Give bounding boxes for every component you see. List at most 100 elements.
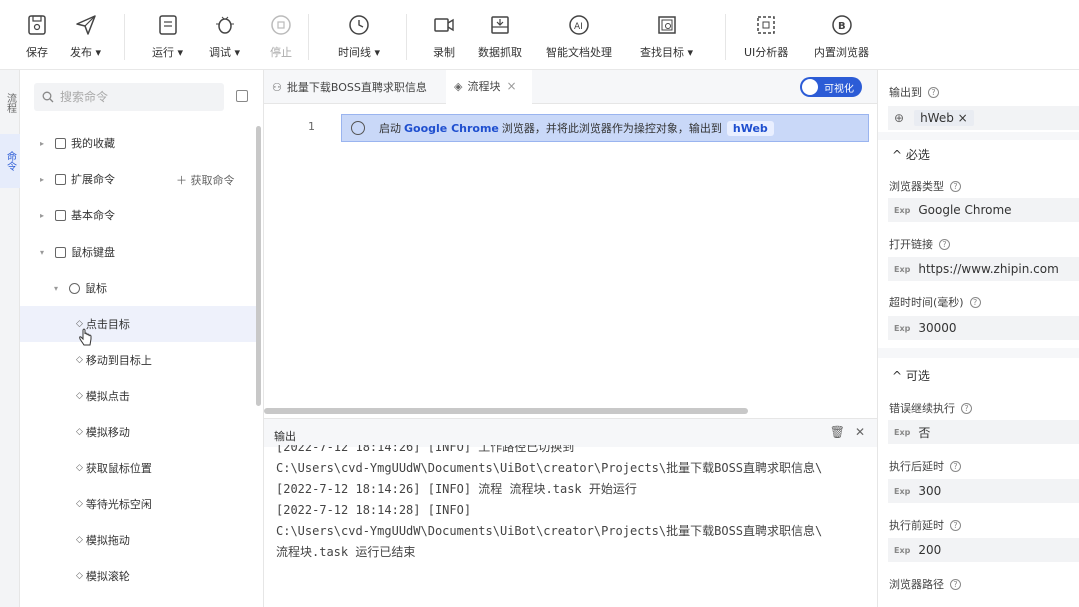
help-icon[interactable]: ?: [950, 519, 961, 531]
exp-icon[interactable]: Exp: [894, 206, 910, 215]
editor-hscrollbar[interactable]: [264, 408, 748, 414]
exp-icon[interactable]: Exp: [894, 546, 910, 555]
record-icon: [431, 12, 457, 38]
label-text: 输出到: [889, 86, 922, 99]
close-icon[interactable]: ✕: [855, 425, 865, 439]
cmd-get-mouse-pos[interactable]: ◇ 获取鼠标位置: [76, 450, 256, 486]
help-icon[interactable]: ?: [939, 238, 950, 250]
tree-label: 基本命令: [71, 209, 115, 222]
exp-icon[interactable]: Exp: [894, 428, 910, 437]
tree-label: 我的收藏: [71, 137, 115, 150]
cmd-simulate-drag[interactable]: ◇ 模拟拖动: [76, 522, 256, 558]
tab-flow[interactable]: 流程: [0, 80, 20, 126]
browser-type-field[interactable]: Exp Google Chrome: [888, 198, 1079, 222]
delay-before-field[interactable]: Exp 200: [888, 538, 1079, 562]
cmd-move-to-target[interactable]: ◇ 移动到目标上: [76, 342, 256, 378]
save-button[interactable]: 保存: [24, 12, 50, 66]
builtin-browser-button[interactable]: B 内置浏览器: [814, 12, 869, 66]
delay-before-label: 执行前延时?: [889, 517, 961, 533]
find-target-button[interactable]: 查找目标 ▾: [640, 12, 693, 66]
diamond-icon: ◇: [76, 463, 83, 473]
step-browser-name: Google Chrome: [404, 121, 499, 135]
open-url-field[interactable]: Exp https://www.zhipin.com: [888, 257, 1079, 281]
debug-button[interactable]: 调试 ▾: [209, 12, 240, 66]
tree-extensions[interactable]: ▸ 扩展命令: [40, 161, 170, 197]
label-text: 打开链接: [889, 238, 933, 251]
publish-button[interactable]: 发布 ▾: [70, 12, 101, 66]
command-scrollbar[interactable]: [256, 126, 261, 406]
help-icon[interactable]: ?: [950, 578, 961, 590]
required-section-header[interactable]: ^ 必选: [892, 146, 930, 163]
optional-section-header[interactable]: ^ 可选: [892, 367, 930, 384]
collapse-icon[interactable]: [236, 90, 248, 102]
basic-icon: [55, 209, 66, 221]
continue-on-error-label: 错误继续执行?: [889, 400, 972, 416]
get-command-link[interactable]: ＋ 获取命令: [176, 172, 235, 188]
output-to-label: 输出到?: [889, 84, 939, 100]
send-icon: [73, 12, 99, 38]
diamond-icon: ◇: [76, 391, 83, 401]
tree-favorites[interactable]: ▸ 我的收藏: [40, 125, 260, 161]
step-launch-browser[interactable]: 启动 Google Chrome 浏览器，并将此浏览器作为操控对象，输出到 hW…: [341, 114, 869, 142]
search-icon: [42, 91, 54, 103]
tree-label: 扩展命令: [71, 173, 115, 186]
ui-analyzer-button[interactable]: UI分析器: [744, 12, 788, 66]
tab-flow-block[interactable]: ◈ 流程块 ×: [446, 70, 532, 104]
chevron-right-icon: ▸: [40, 210, 45, 220]
continue-on-error-value: 否: [918, 425, 931, 440]
help-icon[interactable]: ?: [950, 180, 961, 192]
run-label: 运行 ▾: [152, 46, 184, 59]
timeline-button[interactable]: 时间线 ▾: [338, 12, 380, 66]
tree-label: 模拟移动: [85, 426, 130, 439]
help-icon[interactable]: ?: [928, 86, 939, 98]
exp-icon[interactable]: Exp: [894, 324, 910, 333]
toolbar-divider: [124, 14, 125, 60]
chevron-right-icon: ▸: [40, 138, 45, 148]
output-var-chip[interactable]: hWeb ×: [914, 110, 974, 126]
variable-icon: ⊕: [894, 111, 905, 125]
cmd-wait-cursor-idle[interactable]: ◇ 等待光标空闲: [76, 486, 256, 522]
help-icon[interactable]: ?: [950, 460, 961, 472]
record-button[interactable]: 录制: [431, 12, 457, 66]
code-line[interactable]: 1 启动 Google Chrome 浏览器，并将此浏览器作为操控对象，输出到 …: [264, 114, 869, 142]
tab-project[interactable]: ⚇ 批量下载BOSS直聘求职信息: [264, 70, 444, 104]
tab-commands[interactable]: 命令: [0, 134, 20, 188]
search-input[interactable]: [60, 90, 200, 104]
trash-icon[interactable]: 🗑: [830, 425, 845, 439]
help-icon[interactable]: ?: [969, 296, 981, 308]
flow-icon: ⚇: [272, 80, 282, 94]
continue-on-error-field[interactable]: Exp 否: [888, 420, 1079, 444]
tab-flow-block-label: 流程块: [467, 80, 501, 93]
log-line: [2022-7-12 18:14:26] [INFO] 工作路径已切换到: [276, 445, 575, 454]
cmd-click-target[interactable]: ◇ 点击目标: [20, 306, 256, 342]
builtin-browser-label: 内置浏览器: [814, 46, 869, 59]
exp-icon[interactable]: Exp: [894, 265, 910, 274]
run-button[interactable]: 运行 ▾: [152, 12, 183, 66]
scrape-button[interactable]: 数据抓取: [478, 12, 522, 66]
exp-icon[interactable]: Exp: [894, 487, 910, 496]
toolbar-divider: [308, 14, 309, 60]
tree-mouse[interactable]: ▾ 鼠标: [54, 270, 260, 306]
diamond-icon: ◇: [76, 427, 83, 437]
timeout-field[interactable]: Exp 30000: [888, 316, 1079, 340]
tab-project-label: 批量下载BOSS直聘求职信息: [286, 81, 427, 94]
cmd-simulate-wheel[interactable]: ◇ 模拟滚轮: [76, 558, 256, 594]
close-icon[interactable]: ×: [506, 79, 516, 93]
command-search[interactable]: [34, 83, 224, 111]
cmd-simulate-click[interactable]: ◇ 模拟点击: [76, 378, 256, 414]
delay-after-field[interactable]: Exp 300: [888, 479, 1079, 503]
output-panel: 输出 🗑 ✕ [2022-7-12 18:14:26] [INFO] 工作路径已切…: [264, 418, 877, 607]
cmd-simulate-move[interactable]: ◇ 模拟移动: [76, 414, 256, 450]
visualize-toggle[interactable]: 可视化: [800, 77, 862, 97]
log-line: [2022-7-12 18:14:26] [INFO] 流程 流程块.task …: [276, 482, 637, 496]
tree-label: 移动到目标上: [85, 354, 152, 367]
tree-mouse-keyboard[interactable]: ▾ 鼠标键盘: [40, 234, 260, 270]
toolbar-divider: [406, 14, 407, 60]
help-icon[interactable]: ?: [961, 402, 972, 414]
doc-button[interactable]: AI 智能文档处理: [546, 12, 612, 66]
output-var-field[interactable]: ⊕ hWeb ×: [888, 106, 1079, 130]
tree-basic[interactable]: ▸ 基本命令: [40, 197, 260, 233]
run-icon: [155, 12, 181, 38]
stop-button[interactable]: 停止: [268, 12, 294, 66]
toggle-knob: [802, 79, 818, 95]
